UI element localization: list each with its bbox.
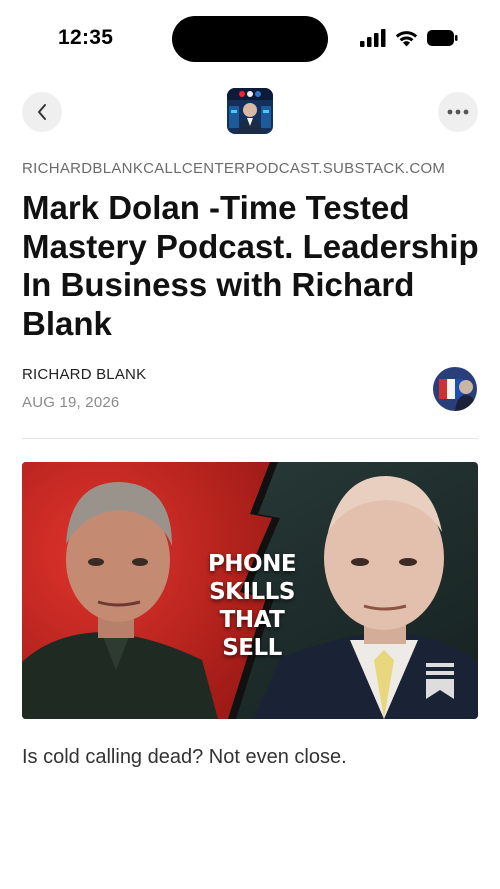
bookmark-icon[interactable] [426,663,454,699]
dynamic-island [172,16,328,62]
hero-image[interactable]: PHONE SKILLS THAT SELL [22,462,478,719]
chevron-left-icon [38,104,46,120]
status-bar: 12:35 [0,0,500,78]
battery-icon [427,30,458,46]
publication-domain[interactable]: RICHARDBLANKCALLCENTERPODCAST.SUBSTACK.C… [22,160,445,177]
more-horizontal-icon [447,109,469,115]
author-avatar[interactable] [433,367,477,411]
article-title: Mark Dolan -Time Tested Mastery Podcast.… [22,189,479,342]
hero-text-line-3: THAT SELL [219,607,285,661]
system-icons [360,27,458,49]
publish-date: AUG 19, 2026 [22,394,120,411]
article-subtitle: Is cold calling dead? Not even close. [22,746,347,768]
publication-logo[interactable] [227,88,273,134]
back-button[interactable] [22,92,62,132]
avatar-image [433,367,477,411]
hero-text-line-1: PHONE [207,551,297,577]
podcast-logo-icon [227,88,273,134]
more-button[interactable] [438,92,478,132]
hero-text-line-2: SKILLS [209,579,295,605]
header-divider [22,438,478,439]
status-time: 12:35 [58,26,114,49]
hero-overlay-text: PHONE SKILLS THAT SELL [194,550,310,662]
wifi-icon [395,31,418,47]
signal-icon [360,29,386,47]
author-name[interactable]: RICHARD BLANK [22,366,146,383]
top-nav [0,84,500,140]
